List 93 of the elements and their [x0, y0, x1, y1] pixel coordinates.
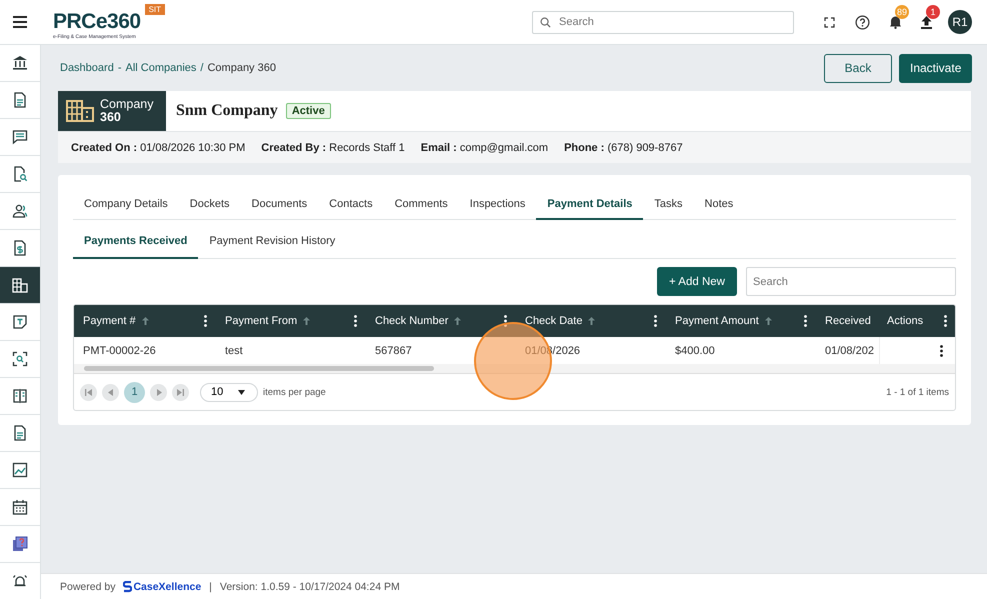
- help-icon[interactable]: [855, 14, 870, 30]
- brand-logo-icon: [123, 580, 132, 592]
- column-header: Actions: [887, 315, 924, 327]
- chart-icon: [12, 462, 28, 478]
- table-cell: $400.00: [675, 344, 715, 356]
- breadcrumb-link[interactable]: Dashboard: [60, 62, 114, 74]
- subtab[interactable]: Payments Received: [73, 226, 198, 259]
- horizontal-scrollbar[interactable]: [74, 364, 955, 374]
- previous-page-icon: [108, 388, 114, 396]
- sort-arrow-icon[interactable]: [454, 317, 462, 325]
- tab[interactable]: Tasks: [643, 189, 694, 220]
- inactivate-button[interactable]: Inactivate: [899, 54, 972, 82]
- alarm-icon: [12, 573, 28, 589]
- info-field: Email : comp@gmail.com: [420, 142, 548, 154]
- notification-count: 89: [895, 5, 909, 19]
- bank-icon: [12, 55, 28, 71]
- environment-badge: SIT: [144, 4, 166, 15]
- sort-arrow-icon[interactable]: [588, 317, 596, 325]
- next-page-button[interactable]: [150, 384, 167, 400]
- breadcrumb-current: Company 360: [207, 62, 276, 74]
- note-icon: [12, 314, 28, 330]
- fullscreen-icon[interactable]: [824, 16, 835, 28]
- back-button[interactable]: Back: [824, 54, 892, 82]
- table-cell: 567867: [375, 344, 412, 356]
- breadcrumb-separator: /: [200, 62, 204, 74]
- table-cell: test: [225, 344, 243, 356]
- company-badge-number: 360: [100, 111, 121, 124]
- upload-icon[interactable]: [920, 15, 933, 29]
- company-badge-title: Company: [100, 98, 154, 111]
- footer-separator: |: [209, 580, 212, 592]
- document-icon: [12, 92, 28, 108]
- tab[interactable]: Notes: [694, 189, 744, 220]
- tab[interactable]: Comments: [384, 189, 459, 220]
- table-search-field[interactable]: Search: [746, 267, 956, 296]
- info-field: Created On : 01/08/2026 10:30 PM: [71, 142, 246, 154]
- table-cell: PMT-00002-26: [83, 344, 156, 356]
- sort-arrow-icon[interactable]: [303, 317, 310, 325]
- tab[interactable]: Payment Details: [536, 189, 644, 220]
- caret-icon: [238, 390, 245, 394]
- first-page-icon: [85, 388, 92, 396]
- page-size-label: items per page: [263, 386, 326, 398]
- question-icon: [12, 536, 28, 552]
- info-field: Created By : Records Staff 1: [261, 142, 405, 154]
- building-icon: [66, 100, 94, 122]
- row-actions-icon[interactable]: [940, 344, 943, 356]
- page-size-dropdown[interactable]: 10: [200, 382, 258, 402]
- info-field: Phone : (678) 909-8767: [564, 142, 683, 154]
- upload-count: 1: [926, 5, 940, 19]
- tab[interactable]: Inspections: [458, 189, 536, 220]
- sort-arrow-icon[interactable]: [764, 317, 772, 325]
- previous-page-button[interactable]: [102, 384, 119, 400]
- column-menu-icon[interactable]: [354, 315, 357, 327]
- tab[interactable]: Dockets: [178, 189, 241, 220]
- column-menu-icon[interactable]: [944, 315, 947, 327]
- pager-summary: 1 - 1 of 1 items: [886, 386, 949, 398]
- scan-icon: [12, 351, 28, 367]
- invoice-icon: [12, 240, 28, 256]
- powered-by-label: Powered by: [60, 580, 116, 592]
- company-name: Snm Company: [176, 102, 278, 120]
- search-icon: [540, 16, 551, 28]
- table-cell: 01/08/202: [825, 344, 874, 356]
- column-menu-icon[interactable]: [804, 315, 807, 327]
- next-page-icon: [156, 388, 162, 396]
- building-icon: [12, 277, 28, 293]
- chat-icon: [12, 129, 28, 145]
- people-icon: [12, 203, 28, 219]
- book-icon: [12, 388, 28, 404]
- last-page-button[interactable]: [172, 384, 189, 400]
- tab[interactable]: Company Details: [73, 189, 179, 220]
- subtab[interactable]: Payment Revision History: [198, 226, 346, 259]
- sidebar-item[interactable]: [0, 267, 40, 304]
- breadcrumb-separator: -: [118, 62, 122, 74]
- logo: PRCe360: [53, 10, 141, 34]
- column-menu-icon[interactable]: [504, 315, 507, 327]
- user-avatar[interactable]: R1: [948, 10, 972, 34]
- breadcrumb-link[interactable]: All Companies: [126, 62, 196, 74]
- document-icon: [12, 425, 28, 441]
- version-text: Version: 1.0.59 - 10/17/2024 04:24 PM: [220, 580, 400, 592]
- bell-icon[interactable]: [889, 15, 902, 29]
- last-page-icon: [177, 388, 184, 396]
- tab[interactable]: Contacts: [318, 189, 384, 220]
- column-menu-icon[interactable]: [654, 315, 657, 327]
- column-menu-icon[interactable]: [204, 315, 207, 327]
- calendar-icon: [12, 499, 28, 515]
- sort-arrow-icon[interactable]: [142, 317, 149, 325]
- page-number[interactable]: 1: [124, 382, 145, 402]
- document-search-icon: [12, 166, 28, 182]
- brand-name: CaseXellence: [133, 580, 202, 592]
- tab[interactable]: Documents: [240, 189, 318, 220]
- first-page-button[interactable]: [80, 384, 97, 400]
- search-field[interactable]: Search: [532, 10, 794, 34]
- status-badge: Active: [286, 103, 331, 119]
- add-new-button[interactable]: + Add New: [657, 267, 737, 296]
